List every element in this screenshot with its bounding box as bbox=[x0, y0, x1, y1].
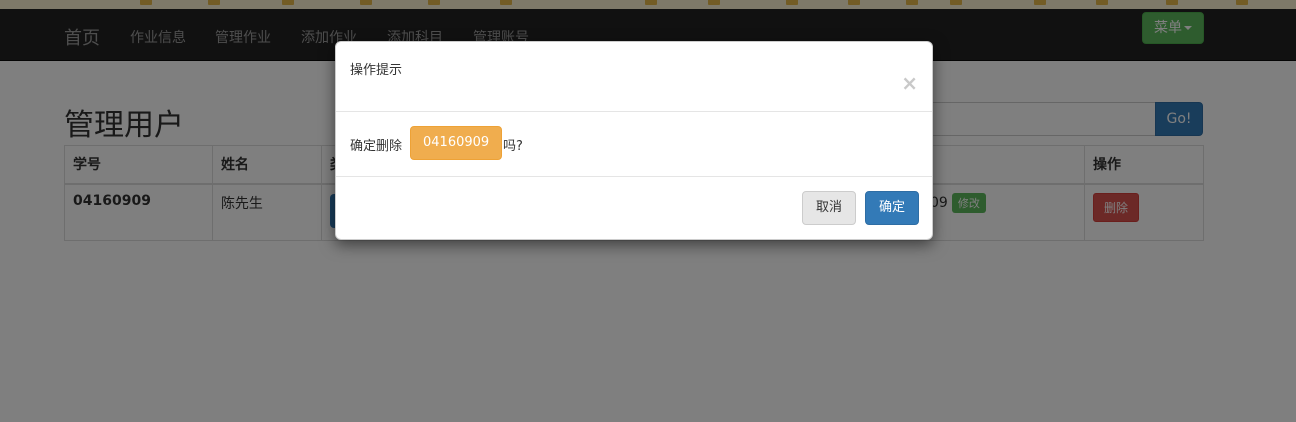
modal-header: 操作提示 × bbox=[336, 42, 932, 112]
modal-title: 操作提示 bbox=[350, 63, 403, 78]
cancel-button[interactable]: 取消 bbox=[802, 191, 856, 225]
target-id-badge: 04160909 bbox=[410, 126, 503, 160]
confirm-message-prefix: 确定删除 bbox=[350, 139, 403, 154]
close-icon[interactable]: × bbox=[901, 73, 918, 93]
modal-body: 确定删除 04160909 吗? bbox=[336, 112, 932, 177]
confirm-button[interactable]: 确定 bbox=[865, 191, 919, 225]
confirm-message-suffix: 吗? bbox=[503, 139, 523, 154]
confirm-delete-modal: 操作提示 × 确定删除 04160909 吗? 取消 确定 bbox=[335, 41, 933, 240]
modal-footer: 取消 确定 bbox=[336, 177, 932, 241]
